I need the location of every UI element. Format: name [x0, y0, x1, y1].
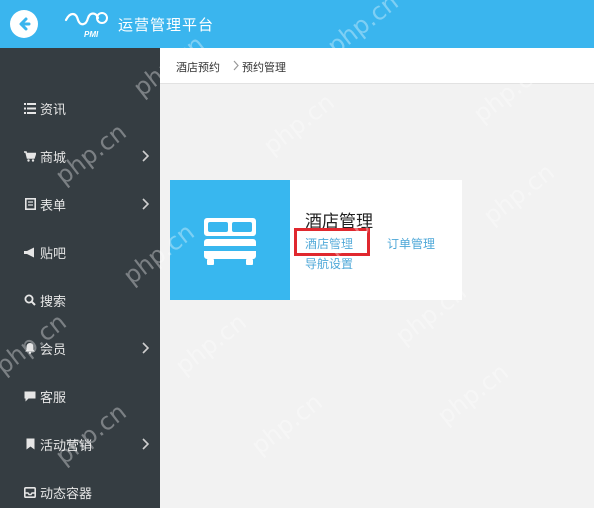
- brand-logo: PMI: [64, 12, 108, 39]
- sidebar-item-label: 搜索: [40, 294, 67, 310]
- sidebar-item-support[interactable]: 客服: [0, 376, 160, 416]
- megaphone-icon: [24, 246, 36, 258]
- search-icon: [24, 294, 36, 306]
- breadcrumb: 酒店预约 预约管理: [160, 48, 594, 84]
- chevron-right-icon: [142, 198, 149, 210]
- chat-icon: [24, 390, 36, 402]
- arrow-left-icon: [19, 17, 31, 31]
- chevron-right-icon: [233, 60, 239, 71]
- sidebar-item-marketing[interactable]: 活动营销: [0, 424, 160, 464]
- sidebar-item-mall[interactable]: 商城: [0, 136, 160, 176]
- bookmark-icon: [24, 438, 36, 450]
- form-icon: [24, 198, 36, 210]
- cart-icon: [24, 150, 36, 162]
- sidebar-item-label: 表单: [40, 198, 67, 214]
- app-title: 运营管理平台: [118, 16, 215, 34]
- list-icon: [24, 102, 36, 114]
- sidebar-item-dynamic-container[interactable]: 动态容器: [0, 472, 160, 508]
- back-button[interactable]: [10, 10, 38, 38]
- navigation-settings-link[interactable]: 导航设置: [305, 255, 353, 272]
- module-card-hotel: 酒店管理 酒店管理 订单管理 导航设置: [170, 180, 462, 300]
- main-content: 酒店预约 预约管理 酒店管理 酒店管理 订单管理 导航设置: [160, 48, 594, 508]
- top-bar: PMI 运营管理平台: [0, 0, 594, 48]
- sidebar-item-label: 活动营销: [40, 438, 93, 454]
- sidebar-item-forum[interactable]: 贴吧: [0, 232, 160, 272]
- bell-icon: [24, 342, 36, 354]
- bed-icon: [204, 218, 256, 265]
- svg-text:PMI: PMI: [84, 30, 99, 39]
- chevron-right-icon: [142, 342, 149, 354]
- inbox-icon: [24, 486, 36, 498]
- sidebar-item-news[interactable]: 资讯: [0, 88, 160, 128]
- highlight-box: [294, 228, 370, 256]
- sidebar-item-form[interactable]: 表单: [0, 184, 160, 224]
- chevron-right-icon: [142, 438, 149, 450]
- breadcrumb-item-hotel-booking[interactable]: 酒店预约: [176, 59, 220, 75]
- order-management-link[interactable]: 订单管理: [387, 235, 435, 252]
- sidebar-item-label: 客服: [40, 390, 67, 406]
- breadcrumb-item-booking-management: 预约管理: [242, 61, 286, 74]
- chevron-right-icon: [142, 150, 149, 162]
- sidebar-item-label: 商城: [40, 150, 67, 166]
- sidebar-item-label: 动态容器: [40, 486, 93, 502]
- sidebar-item-label: 会员: [40, 342, 67, 358]
- sidebar-item-label: 资讯: [40, 102, 67, 118]
- sidebar-item-search[interactable]: 搜索: [0, 280, 160, 320]
- module-card-icon-panel[interactable]: [170, 180, 290, 300]
- sidebar-item-member[interactable]: 会员: [0, 328, 160, 368]
- sidebar: 资讯 商城 表单 贴吧 搜索 会员 客服 活动营销 动态容器: [0, 48, 160, 508]
- sidebar-item-label: 贴吧: [40, 246, 67, 262]
